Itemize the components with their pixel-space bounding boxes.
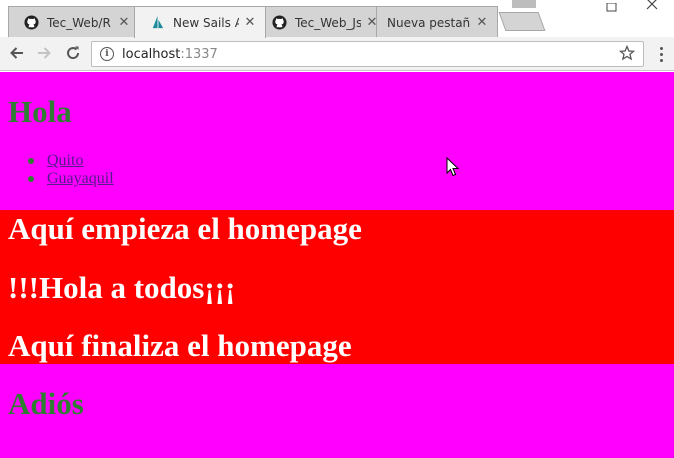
forward-button[interactable] (33, 42, 55, 64)
window-close-icon[interactable] (640, 0, 664, 10)
maximize-icon[interactable] (600, 0, 624, 12)
back-button[interactable] (6, 42, 28, 64)
browser-toolbar: i localhost:1337 (0, 37, 674, 71)
reload-icon (67, 46, 80, 60)
bullet-icon (28, 158, 34, 164)
address-bar[interactable]: i localhost:1337 (91, 41, 644, 67)
tab-strip: Tec_Web/R ✕ New Sails A ✕ Tec_Web_Js ✕ N… (0, 0, 674, 38)
city-list: Quito Guayaquil (28, 152, 114, 188)
homepage-start-heading: Aquí empieza el homepage (8, 211, 362, 246)
list-item: Guayaquil (28, 170, 114, 188)
homepage-end-heading: Aquí finaliza el homepage (8, 328, 352, 363)
tab-title: Tec_Web/R (47, 15, 111, 30)
tab-github-tec-web-js[interactable]: Tec_Web_Js ✕ (256, 6, 388, 38)
github-icon (23, 15, 39, 31)
new-tab-button[interactable] (498, 12, 546, 31)
city-link-guayaquil[interactable]: Guayaquil (47, 170, 114, 188)
homepage-block: Aquí empieza el homepage !!!Hola a todos… (0, 210, 674, 364)
list-item: Quito (28, 152, 114, 170)
reload-button[interactable] (62, 42, 84, 64)
close-icon[interactable]: ✕ (117, 15, 131, 30)
city-link-quito[interactable]: Quito (47, 152, 83, 170)
github-icon (271, 15, 287, 31)
close-icon[interactable]: ✕ (475, 15, 489, 30)
sails-icon (149, 15, 165, 31)
page-viewport: Hola Quito Guayaquil Aquí empieza el hom… (0, 72, 674, 458)
minimize-icon[interactable] (512, 0, 536, 8)
url-port: :1337 (180, 46, 218, 62)
tab-title: Tec_Web_Js (295, 15, 361, 30)
close-icon[interactable]: ✕ (243, 15, 257, 30)
menu-icon[interactable] (652, 43, 670, 65)
mouse-cursor-icon (446, 156, 460, 181)
url-host: localhost (122, 46, 181, 62)
greeting-heading: !!!Hola a todos¡¡¡ (8, 270, 236, 305)
star-icon[interactable] (618, 44, 636, 65)
tab-nueva-pestana[interactable]: Nueva pestaña ✕ (376, 6, 498, 38)
arrow-right-icon (38, 47, 51, 59)
arrow-left-icon (10, 47, 23, 59)
tab-new-sails-app[interactable]: New Sails A ✕ (134, 6, 266, 38)
farewell-heading: Adiós (8, 386, 84, 421)
page-heading: Hola (8, 94, 72, 129)
info-icon[interactable]: i (100, 47, 114, 61)
tab-title: New Sails A (173, 15, 239, 30)
tab-github-tec-web-r[interactable]: Tec_Web/R ✕ (8, 6, 140, 38)
tab-title: Nueva pestaña (387, 15, 471, 30)
bullet-icon (28, 176, 34, 182)
